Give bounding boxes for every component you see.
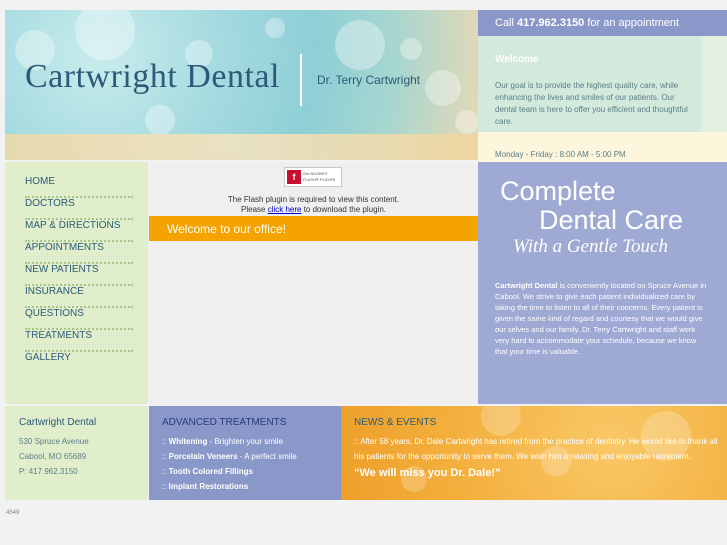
visit-counter: 4549: [6, 510, 20, 516]
address-street: 530 Spruce Avenue: [19, 437, 89, 446]
call-prefix: Call: [495, 17, 518, 29]
news-text: :: After 58 years, Dr. Dale Cartwright h…: [354, 437, 718, 461]
doctor-name: Dr. Terry Cartwright: [317, 73, 421, 87]
news-title: NEWS & EVENTS: [354, 417, 437, 428]
promo-panel: Complete Dental Care With a Gentle Touch…: [478, 162, 727, 404]
flash-icon: f: [287, 170, 301, 184]
treatment-item[interactable]: :: Tooth Colored Fillings: [162, 464, 341, 479]
nav-divider: [25, 188, 133, 198]
welcome-text: Our goal is to provide the highest quali…: [495, 81, 688, 126]
treatment-desc: - Brighten your smile: [207, 437, 283, 446]
treatment-name: Tooth Colored Fillings: [168, 467, 253, 476]
nav-divider: [25, 254, 133, 264]
nav-divider: [25, 232, 133, 242]
hours-spacer: [478, 132, 727, 142]
main-nav: HOME DOCTORS MAP & DIRECTIONS APPOINTMEN…: [5, 162, 148, 404]
call-number: 417.962.3150: [517, 17, 585, 29]
promo-body-text: is conveniently located on Spruce Avenue…: [495, 281, 707, 356]
download-suffix-text: to download the plugin.: [301, 205, 386, 214]
address-title: Cartwright Dental: [19, 417, 97, 428]
welcome-bar: Welcome to our office!: [149, 216, 478, 241]
flash-required-text: The Flash plugin is required to view thi…: [227, 195, 400, 204]
header-banner: Cartwright Dental Dr. Terry Cartwright: [5, 10, 478, 160]
nav-divider: [25, 210, 133, 220]
flash-badge-text: Get ADOBE® FLASH® PLAYER: [303, 171, 335, 183]
treatment-desc: - A perfect smile: [237, 452, 297, 461]
promo-body: Cartwright Dental is conveniently locate…: [495, 280, 709, 357]
nav-divider: [25, 320, 133, 330]
nav-divider: [25, 342, 133, 352]
treatment-name: Whitening: [168, 437, 208, 446]
promo-practice-name: Cartwright Dental: [495, 281, 558, 290]
header: Cartwright Dental Dr. Terry Cartwright C…: [5, 10, 727, 168]
please-text: Please: [241, 205, 268, 214]
download-plugin-link[interactable]: click here: [268, 205, 302, 214]
address-phone: P: 417.962.3150: [19, 467, 78, 476]
treatment-name: Implant Restorations: [168, 482, 249, 491]
welcome-box: Welcome Our goal is to provide the highe…: [478, 36, 701, 132]
advanced-treatments: ADVANCED TREATMENTS :: Whitening - Brigh…: [149, 406, 341, 500]
flash-badge-line1: Get ADOBE®: [303, 171, 328, 176]
main-content: f Get ADOBE® FLASH® PLAYER The Flash plug…: [149, 162, 478, 404]
logo-divider: [300, 54, 302, 106]
address-block: Cartwright Dental 530 Spruce Avenue Cabo…: [5, 406, 148, 500]
get-flash-player-button[interactable]: f Get ADOBE® FLASH® PLAYER: [284, 167, 342, 187]
page: Cartwright Dental Dr. Terry Cartwright C…: [0, 0, 727, 545]
nav-divider: [25, 298, 133, 308]
flash-badge-line2: FLASH® PLAYER: [303, 177, 336, 182]
treatment-item[interactable]: :: Porcelain Veneers - A perfect smile: [162, 449, 341, 464]
promo-tagline: With a Gentle Touch: [513, 236, 668, 257]
advanced-treatments-title: ADVANCED TREATMENTS: [162, 417, 287, 428]
treatment-item[interactable]: :: Whitening - Brighten your smile: [162, 434, 341, 449]
promo-heading-1: Complete: [500, 176, 616, 206]
flash-message: The Flash plugin is required to view thi…: [149, 195, 478, 215]
nav-item-gallery[interactable]: GALLERY: [25, 352, 148, 374]
nav-divider: [25, 276, 133, 286]
call-bar: Call 417.962.3150 for an appointment: [478, 10, 727, 36]
footer: Cartwright Dental 530 Spruce Avenue Cabo…: [5, 406, 727, 500]
news-events: NEWS & EVENTS :: After 58 years, Dr. Dal…: [341, 406, 727, 500]
news-quote: “We will miss you Dr. Dale!”: [354, 467, 501, 479]
call-suffix: for an appointment: [584, 17, 680, 29]
treatment-name: Porcelain Veneers: [168, 452, 238, 461]
promo-heading-2: Dental Care: [539, 205, 684, 235]
site-logo[interactable]: Cartwright Dental: [25, 58, 280, 96]
welcome-stripe: [701, 36, 727, 132]
welcome-title: Welcome: [495, 54, 539, 65]
address-city: Cabool, MO 65689: [19, 452, 87, 461]
treatment-item[interactable]: :: Implant Restorations: [162, 479, 341, 494]
